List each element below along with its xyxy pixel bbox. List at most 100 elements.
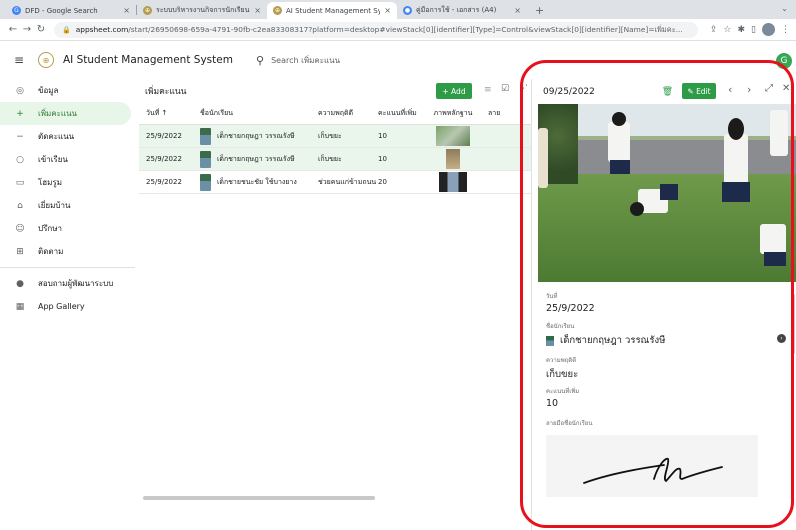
browser-tab-strip: G DFD - Google Search × ⊕ ระบบบริหารงานก… <box>0 0 796 19</box>
close-icon[interactable]: × <box>123 6 130 15</box>
select-checkbox-icon[interactable]: ☑ <box>501 84 509 94</box>
sidebar-item-attendance[interactable]: ○ เข้าเรียน <box>0 148 135 171</box>
view-title: เพิ่มคะแนน <box>145 87 187 97</box>
address-bar: ← → ↻ 🔒 appsheet.com/start/26950698-659a… <box>0 19 796 41</box>
detail-panel: 09/25/2022 🗑 ✎ Edit ‹ › ⤢ ✕ วันที่ 25/9/… <box>531 79 796 530</box>
student-photo-icon <box>200 127 211 145</box>
browser-tab[interactable]: ⊕ ระบบบริหารงานกิจการนักเรียน อง × <box>137 2 267 19</box>
delete-icon[interactable]: 🗑 <box>660 84 675 99</box>
sidebar-item-info[interactable]: ◎ ข้อมูล <box>0 79 135 102</box>
google-favicon-icon: G <box>12 6 21 15</box>
cell-student-name: เด็กชายชนะชัย ใช้บางยาง <box>217 177 297 186</box>
profile-avatar[interactable] <box>762 23 775 36</box>
field-behavior: ความพฤติดี เก็บขยะ <box>546 355 578 382</box>
sidebar-item-label: เข้าเรียน <box>38 155 68 164</box>
chevron-right-circle-icon[interactable]: › <box>777 334 786 343</box>
vertical-scrollbar[interactable] <box>792 294 795 354</box>
table-row[interactable]: 25/9/2022 เด็กชายชนะชัย ใช้บางยาง ช่วยคน… <box>139 171 531 194</box>
person-remove-icon: − <box>16 131 24 142</box>
field-label: คะแนนที่เพิ่ม <box>546 388 580 395</box>
sidebar-item-home-visit[interactable]: ⌂ เยี่ยมบ้าน <box>0 194 135 217</box>
sidebar-item-homeroom[interactable]: ▭ โฮมรูม <box>0 171 135 194</box>
app-title: AI Student Management System <box>63 54 233 66</box>
add-button[interactable]: + Add <box>436 83 472 99</box>
sidebar-item-consult[interactable]: ☺ ปรึกษา <box>0 217 135 240</box>
filter-icon[interactable]: ≡ <box>484 85 492 95</box>
docs-favicon-icon: ● <box>403 6 412 15</box>
sidebar-item-label: เยี่ยมบ้าน <box>38 201 71 210</box>
column-header-score[interactable]: คะแนนที่เพิ่ม <box>378 108 418 119</box>
column-header-behavior[interactable]: ความพฤติดี <box>318 108 378 119</box>
field-date: วันที่ 25/9/2022 <box>546 291 595 314</box>
person-add-icon: + <box>16 108 24 119</box>
cell-date: 25/9/2022 <box>146 178 182 186</box>
sidebar-item-app-gallery[interactable]: ▦ App Gallery <box>0 295 135 318</box>
field-student[interactable]: ชื่อนักเรียน เด็กชายกฤษฎา วรรณรังษี <box>546 321 665 348</box>
tab-title: AI Student Management Syste <box>286 6 381 15</box>
column-header-date[interactable]: วันที่ ↑ <box>139 108 200 119</box>
person-outline-icon: ◎ <box>16 85 24 96</box>
edit-label: Edit <box>696 86 711 96</box>
lock-icon: 🔒 <box>62 25 71 34</box>
field-label: ความพฤติดี <box>546 357 577 364</box>
field-value: เด็กชายกฤษฎา วรรณรังษี <box>560 335 666 346</box>
column-header-evidence[interactable]: ภาพหลักฐาน <box>418 108 488 119</box>
column-header-student[interactable]: ชื่อนักเรียน <box>200 108 318 119</box>
table-row[interactable]: 25/9/2022 เด็กชายกฤษฎา วรรณรังษี เก็บขยะ… <box>139 125 531 148</box>
close-icon[interactable]: × <box>254 6 261 15</box>
table-view: เพิ่มคะแนน + Add ≡ ☑ ⋰ วันที่ ↑ ชื่อนักเ… <box>139 79 531 530</box>
user-avatar[interactable]: G <box>776 53 792 69</box>
table-header: วันที่ ↑ ชื่อนักเรียน ความพฤติดี คะแนนที… <box>139 103 531 125</box>
tab-list-chevron-icon[interactable]: ⌄ <box>781 4 788 13</box>
student-photo-icon <box>200 173 211 191</box>
extensions-icon[interactable]: ✱ <box>738 25 746 35</box>
sidebar-item-follow-up[interactable]: ⊞ ติดตาม <box>0 240 135 263</box>
evidence-thumbnail[interactable] <box>439 172 467 192</box>
search-icon: ⚲ <box>256 54 265 67</box>
share-icon[interactable]: ⇪ <box>710 25 718 35</box>
chevron-right-icon[interactable]: › <box>747 83 751 96</box>
close-icon[interactable]: ✕ <box>782 83 790 94</box>
field-label: วันที่ <box>546 293 558 300</box>
sidepanel-icon[interactable]: ▯ <box>751 25 756 35</box>
new-tab-icon[interactable]: + <box>527 4 552 19</box>
hamburger-menu-icon[interactable]: ≡ <box>14 53 34 67</box>
chevron-left-icon[interactable]: ‹ <box>728 83 732 96</box>
horizontal-scrollbar[interactable] <box>143 496 375 500</box>
reload-icon[interactable]: ↻ <box>34 24 48 35</box>
cell-student-name: เด็กชายกฤษฎา วรรณรังษี <box>217 154 295 163</box>
table-row[interactable]: 25/9/2022 เด็กชายกฤษฎา วรรณรังษี เก็บขยะ… <box>139 148 531 171</box>
column-header-signature[interactable]: ลาย <box>488 108 531 119</box>
back-icon[interactable]: ← <box>6 24 20 35</box>
grid-icon: ▦ <box>15 301 25 312</box>
sidebar: ◎ ข้อมูล + เพิ่มคะแนน − ตัดคะแนน ○ เข้าเรียน… <box>0 79 135 530</box>
evidence-thumbnail[interactable] <box>446 149 460 169</box>
browser-tab[interactable]: ● คู่มือการใช้ - เอกสาร (A4) × <box>397 2 527 19</box>
browser-tab-active[interactable]: ⊕ AI Student Management Syste × <box>267 2 397 19</box>
menu-kebab-icon[interactable]: ⋮ <box>781 25 790 35</box>
close-icon[interactable]: × <box>384 6 391 15</box>
sidebar-item-contact-developer[interactable]: ● สอบถามผู้พัฒนาระบบ <box>0 272 135 295</box>
bookmark-star-icon[interactable]: ☆ <box>723 25 731 35</box>
evidence-thumbnail[interactable] <box>436 126 470 146</box>
signature-image <box>546 435 758 497</box>
more-icon[interactable]: ⋰ <box>519 84 528 94</box>
browser-tab[interactable]: G DFD - Google Search × <box>6 2 136 19</box>
person-check-icon: ○ <box>16 154 24 165</box>
close-icon[interactable]: × <box>514 6 521 15</box>
forward-icon[interactable]: → <box>20 24 34 35</box>
field-label: ลายมือชื่อนักเรียน <box>546 420 593 427</box>
sidebar-item-add-points[interactable]: + เพิ่มคะแนน <box>0 102 131 125</box>
edit-button[interactable]: ✎ Edit <box>682 83 716 99</box>
search-placeholder: Search เพิ่มคะแนน <box>271 56 341 65</box>
evidence-photo[interactable] <box>538 104 796 282</box>
cell-date: 25/9/2022 <box>146 132 182 140</box>
expand-icon[interactable]: ⤢ <box>765 83 773 94</box>
field-label: ชื่อนักเรียน <box>546 323 575 330</box>
sidebar-item-deduct-points[interactable]: − ตัดคะแนน <box>0 125 135 148</box>
cell-score: 10 <box>378 132 387 140</box>
search-input[interactable]: ⚲ Search เพิ่มคะแนน <box>256 51 526 70</box>
consult-icon: ☺ <box>15 223 25 234</box>
cell-date: 25/9/2022 <box>146 155 182 163</box>
url-field[interactable]: 🔒 appsheet.com/start/26950698-659a-4791-… <box>54 21 698 38</box>
